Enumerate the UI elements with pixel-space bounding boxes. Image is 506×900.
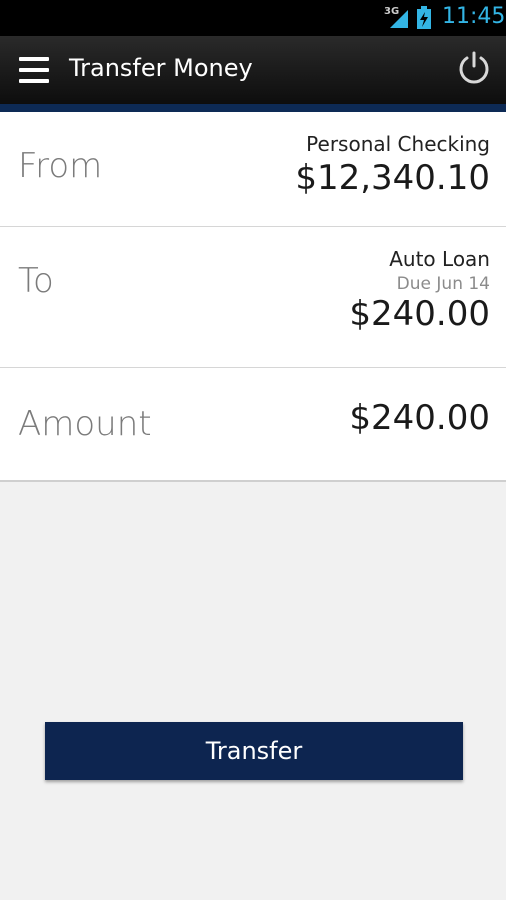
from-account-name: Personal Checking bbox=[306, 132, 490, 156]
app-bar: Transfer Money bbox=[0, 36, 506, 104]
from-label: From bbox=[18, 146, 103, 186]
transfer-button[interactable]: Transfer bbox=[45, 722, 463, 780]
status-bar: 3G 11:45 bbox=[0, 0, 506, 36]
power-icon[interactable] bbox=[457, 51, 491, 85]
to-label: To bbox=[18, 261, 54, 301]
from-account-details: Personal Checking $12,340.10 bbox=[295, 132, 490, 198]
to-account-amount: $240.00 bbox=[349, 294, 490, 334]
signal-icon bbox=[390, 10, 408, 28]
header-accent-bar bbox=[0, 104, 506, 112]
battery-charging-icon bbox=[417, 6, 431, 29]
to-account-name: Auto Loan bbox=[389, 247, 490, 271]
amount-label: Amount bbox=[18, 404, 152, 444]
from-account-row[interactable]: From Personal Checking $12,340.10 bbox=[0, 112, 506, 227]
page-title: Transfer Money bbox=[69, 54, 253, 82]
to-account-row[interactable]: To Auto Loan Due Jun 14 $240.00 bbox=[0, 227, 506, 368]
hamburger-menu-icon[interactable] bbox=[19, 57, 49, 83]
amount-row[interactable]: Amount $240.00 bbox=[0, 368, 506, 482]
transfer-form: From Personal Checking $12,340.10 To Aut… bbox=[0, 112, 506, 482]
clock: 11:45 bbox=[442, 4, 506, 29]
amount-value: $240.00 bbox=[349, 398, 490, 438]
to-account-details: Auto Loan Due Jun 14 $240.00 bbox=[349, 247, 490, 334]
from-account-balance: $12,340.10 bbox=[295, 158, 490, 198]
to-account-due-date: Due Jun 14 bbox=[396, 274, 490, 294]
